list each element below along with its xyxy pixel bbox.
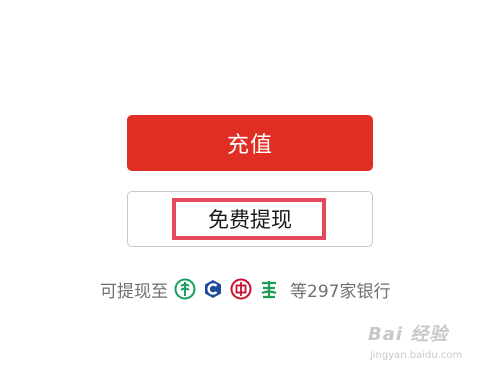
watermark-logo-text: Bai 经验 xyxy=(368,324,449,345)
agricultural-bank-icon xyxy=(174,278,196,300)
recharge-button[interactable]: 充值 xyxy=(127,115,373,171)
withdraw-to-label: 可提现至 xyxy=(100,281,168,302)
recharge-button-label: 充值 xyxy=(226,133,273,158)
bank-count-text: 等297家银行 xyxy=(290,281,391,302)
free-withdraw-button[interactable]: 免费提现 xyxy=(127,191,373,247)
supported-banks-row: 可提现至 等297家银行 xyxy=(100,276,420,302)
communications-bank-icon xyxy=(202,278,224,300)
baidu-jingyan-watermark: Bai 经验 jingyan.baidu.com xyxy=(368,320,493,372)
free-withdraw-button-label: 免费提现 xyxy=(208,208,292,232)
china-bank-icon xyxy=(230,278,252,300)
watermark-url-text: jingyan.baidu.com xyxy=(370,350,463,361)
construction-bank-icon xyxy=(258,278,280,300)
